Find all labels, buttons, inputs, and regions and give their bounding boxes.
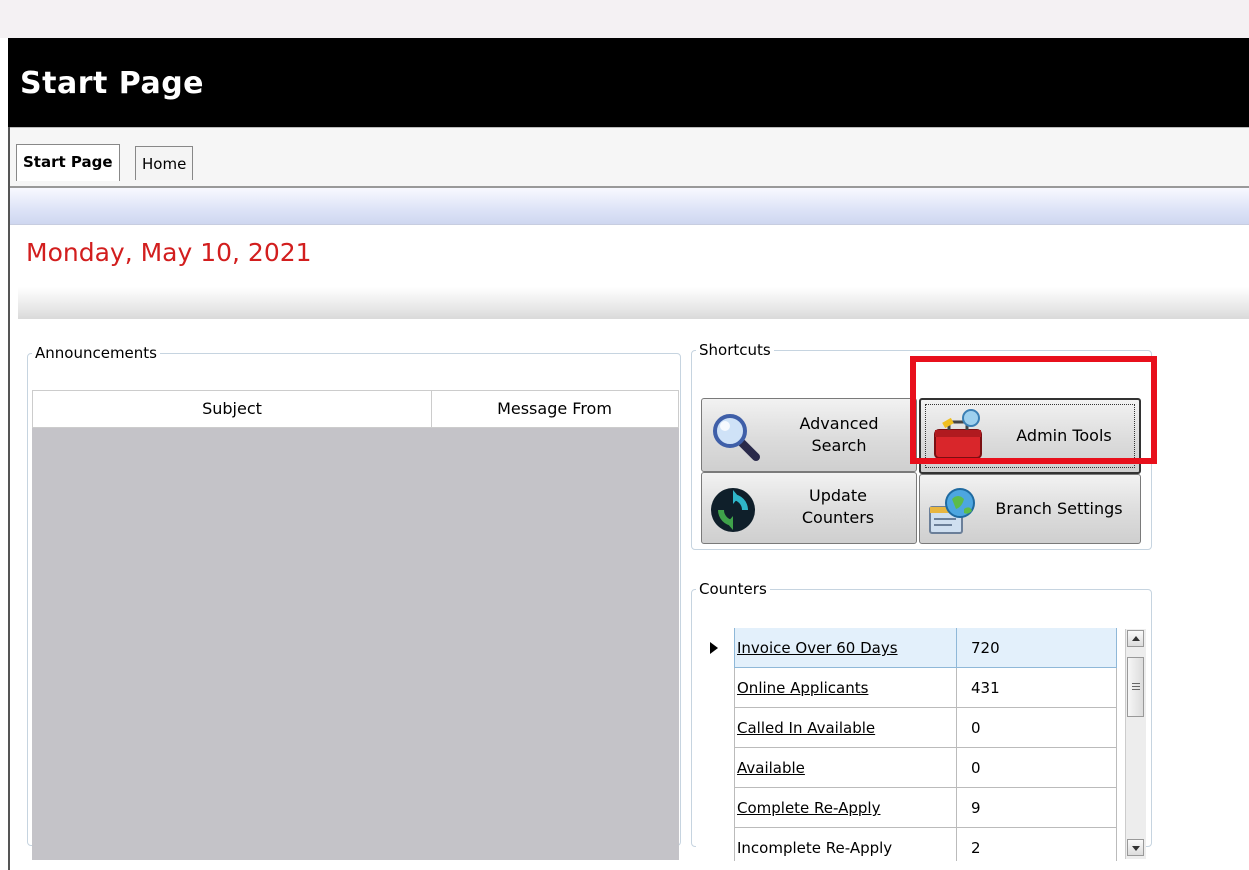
counter-name[interactable]: Incomplete Re-Apply — [734, 828, 957, 861]
counter-row[interactable]: Complete Re-Apply 9 — [696, 788, 1126, 828]
chevron-down-icon — [1132, 846, 1140, 851]
header-band — [10, 188, 1249, 225]
tab-home[interactable]: Home — [135, 146, 194, 180]
branch-settings-button[interactable]: Branch Settings — [919, 474, 1141, 544]
title-bar: Start Page — [8, 38, 1249, 127]
counters-group: Counters Invoice Over 60 Days 720 Online… — [691, 580, 1152, 861]
left-border — [8, 127, 10, 870]
row-selector — [696, 708, 730, 748]
top-strip — [0, 0, 1249, 38]
row-selector — [696, 628, 730, 668]
grip-icon — [1132, 683, 1140, 684]
column-message-from[interactable]: Message From — [431, 391, 678, 427]
scroll-down-button[interactable] — [1127, 839, 1144, 856]
row-pointer-icon — [710, 642, 718, 654]
advanced-search-label-2: Search — [811, 436, 867, 455]
magnifier-icon — [713, 414, 760, 461]
highlight-box — [910, 356, 1157, 464]
update-counters-label-2: Counters — [801, 508, 875, 527]
tab-strip: Start Page Home — [10, 127, 1249, 188]
advanced-search-button[interactable]: Advanced Search — [701, 398, 917, 472]
counters-legend: Counters — [699, 580, 767, 598]
branch-globe-icon — [929, 488, 975, 534]
counter-name[interactable]: Online Applicants — [734, 668, 957, 708]
announcements-grid[interactable] — [32, 428, 679, 860]
update-counters-label-1: Update — [809, 486, 867, 505]
shortcuts-legend: Shortcuts — [699, 341, 771, 359]
row-selector — [696, 668, 730, 708]
counter-row[interactable]: Called In Available 0 — [696, 708, 1126, 748]
tab-start-page[interactable]: Start Page — [16, 144, 120, 181]
counter-value: 431 — [957, 668, 1117, 708]
announcements-group: Announcements Subject Message From — [27, 344, 681, 860]
row-selector — [696, 748, 730, 788]
counters-scrollbar[interactable] — [1125, 629, 1146, 859]
branch-settings-label: Branch Settings — [995, 499, 1123, 518]
counter-row[interactable]: Online Applicants 431 — [696, 668, 1126, 708]
refresh-icon — [711, 488, 755, 532]
counter-value: 720 — [957, 628, 1117, 668]
row-selector — [696, 828, 730, 861]
counter-value: 2 — [957, 828, 1117, 861]
column-subject[interactable]: Subject — [33, 391, 432, 427]
scroll-thumb[interactable] — [1127, 657, 1144, 717]
counters-list: Invoice Over 60 Days 720 Online Applican… — [696, 628, 1127, 861]
counter-name[interactable]: Available — [734, 748, 957, 788]
counter-name[interactable]: Called In Available — [734, 708, 957, 748]
row-selector — [696, 788, 730, 828]
counter-value: 0 — [957, 708, 1117, 748]
counter-row[interactable]: Available 0 — [696, 748, 1126, 788]
advanced-search-label-1: Advanced — [799, 414, 879, 433]
scroll-up-button[interactable] — [1127, 630, 1144, 647]
counter-value: 9 — [957, 788, 1117, 828]
counter-row[interactable]: Invoice Over 60 Days 720 — [696, 628, 1126, 668]
update-counters-button[interactable]: Update Counters — [701, 472, 917, 544]
counter-name[interactable]: Invoice Over 60 Days — [734, 628, 957, 668]
counter-value: 0 — [957, 748, 1117, 788]
counter-row[interactable]: Incomplete Re-Apply 2 — [696, 828, 1126, 861]
page-title: Start Page — [20, 66, 205, 101]
announcements-legend: Announcements — [35, 344, 157, 362]
separator-band — [18, 287, 1249, 319]
chevron-up-icon — [1132, 636, 1140, 641]
current-date: Monday, May 10, 2021 — [26, 238, 312, 267]
counter-name[interactable]: Complete Re-Apply — [734, 788, 957, 828]
announcements-header: Subject Message From — [32, 390, 679, 428]
